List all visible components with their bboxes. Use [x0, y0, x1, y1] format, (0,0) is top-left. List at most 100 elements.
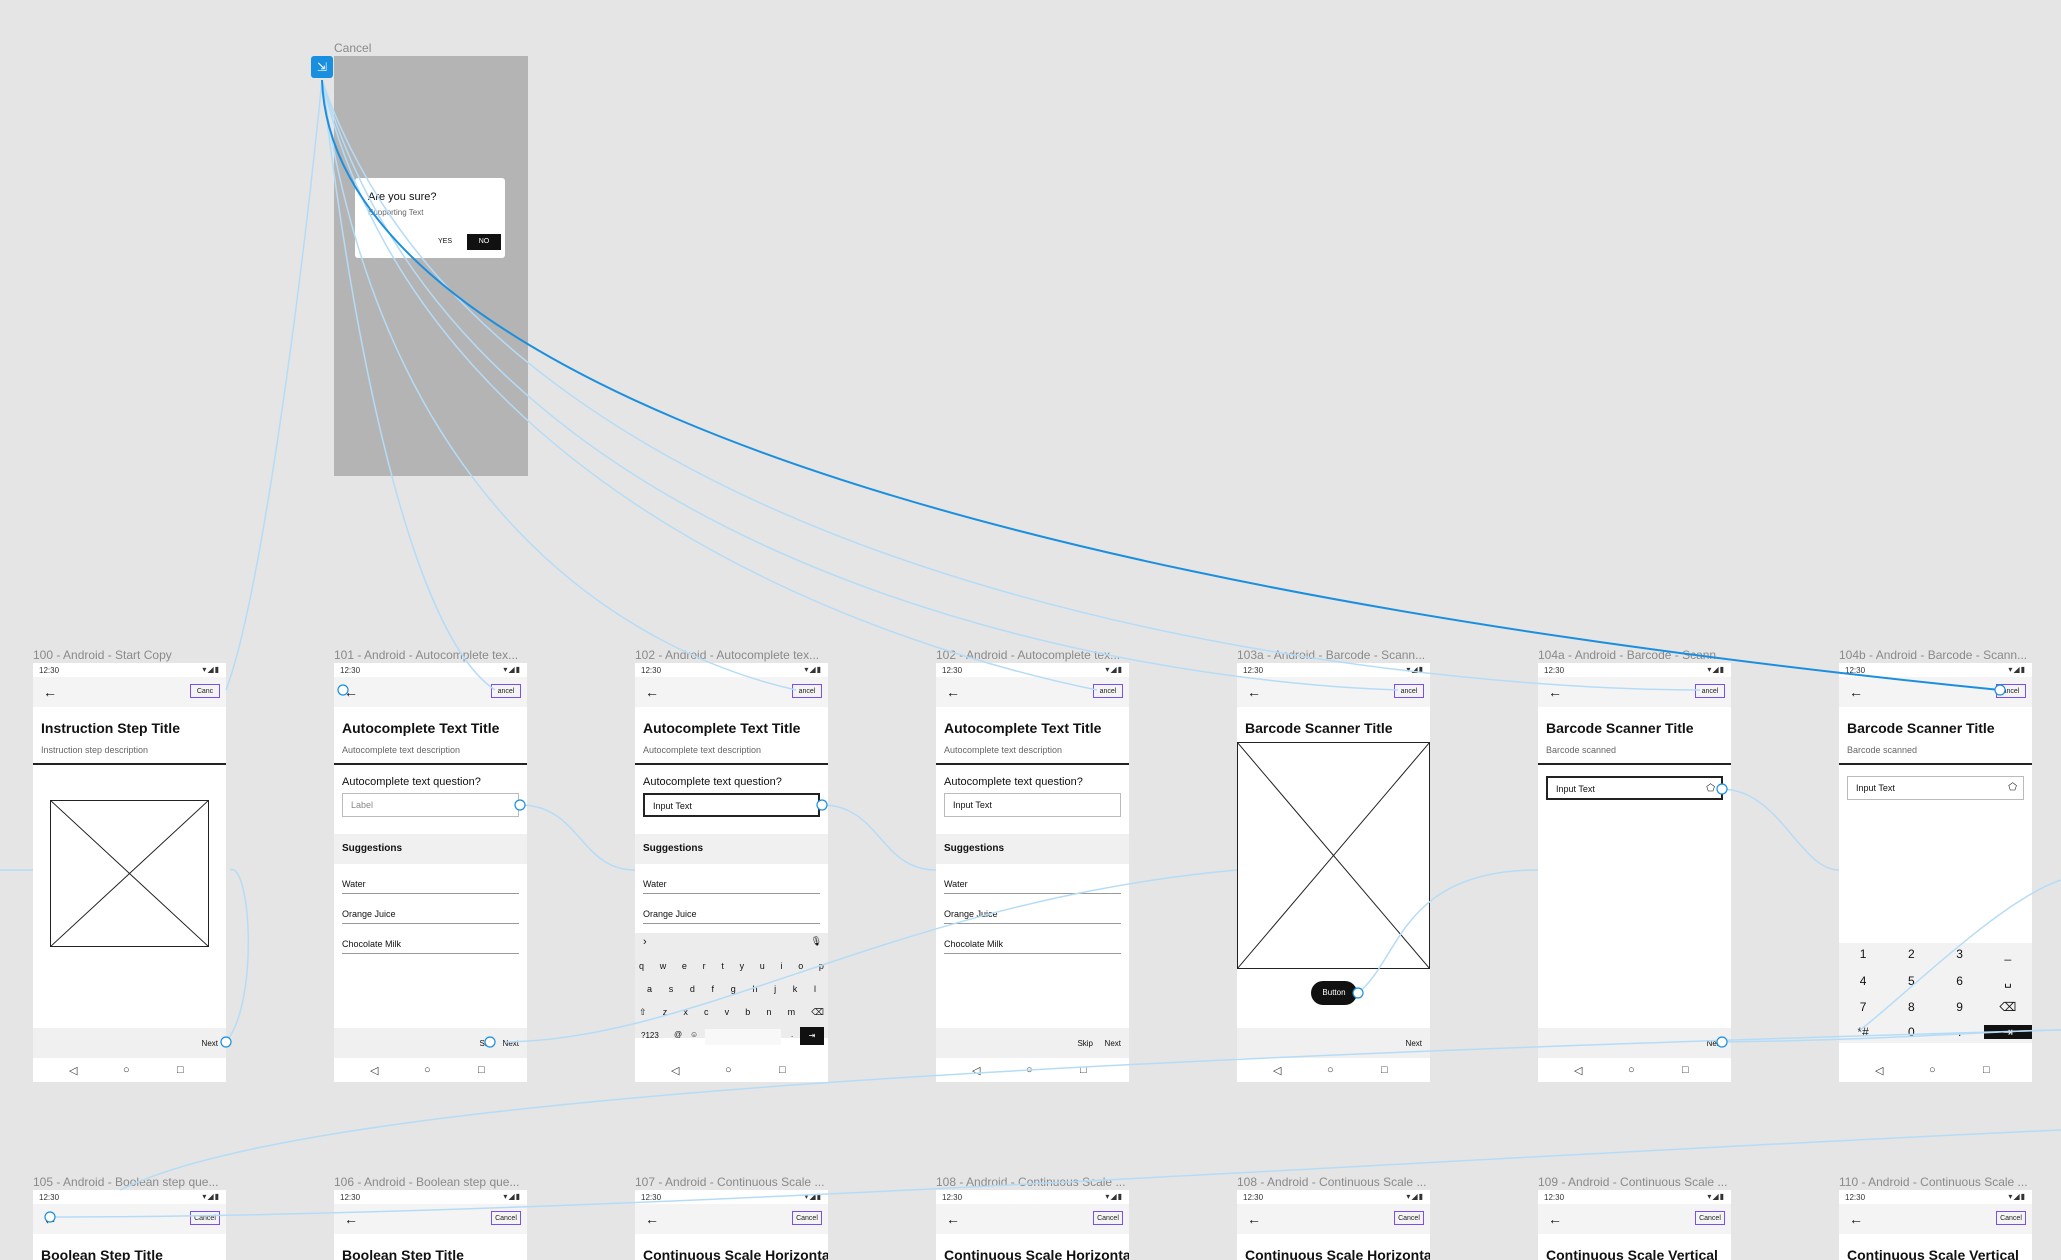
autocomplete-input[interactable]: Label [342, 793, 519, 817]
key[interactable]: 2 [1887, 947, 1935, 961]
nav-back-icon[interactable]: ◁ [1273, 1064, 1281, 1077]
cancel-button[interactable]: Cancel [792, 1211, 822, 1225]
frame-label-110[interactable]: 110 - Android - Continuous Scale ... [1839, 1175, 2032, 1189]
cancel-button[interactable]: Cancel [1695, 1211, 1725, 1225]
back-arrow-icon[interactable]: ← [1247, 684, 1261, 700]
key[interactable]: 0 [1887, 1025, 1935, 1039]
barcode-input[interactable]: Input Text ⬠ [1546, 776, 1723, 800]
key[interactable]: _ [1984, 947, 2032, 961]
cancel-overlay-frame[interactable] [334, 56, 528, 476]
cancel-button[interactable]: Cancel [190, 1211, 220, 1225]
key[interactable]: g [731, 984, 736, 994]
key[interactable]: p [819, 961, 824, 971]
frame-label-109[interactable]: 109 - Android - Continuous Scale ... [1538, 1175, 1731, 1189]
nav-back-icon[interactable]: ◁ [972, 1064, 980, 1077]
nav-recent-icon[interactable]: □ [1682, 1064, 1689, 1076]
frame-label-cancel[interactable]: Cancel [334, 41, 371, 55]
frame-105-boolean[interactable]: 12:30 ▾◢▮ ← Cancel Boolean Step Title [33, 1190, 226, 1260]
space-key[interactable]: ␣ [1984, 974, 2032, 988]
key[interactable]: 3 [1936, 947, 1984, 961]
back-arrow-icon[interactable]: ← [43, 1211, 57, 1227]
nav-back-icon[interactable]: ◁ [370, 1064, 378, 1077]
key[interactable]: . [1936, 1025, 1984, 1039]
frame-101-autocomplete[interactable]: 12:30 ▾◢▮ ← ancel Autocomplete Text Title … [334, 663, 527, 1082]
nav-home-icon[interactable]: ○ [1628, 1064, 1635, 1076]
nav-home-icon[interactable]: ○ [123, 1064, 130, 1076]
cancel-button[interactable]: Cancel [1394, 1211, 1424, 1225]
nav-home-icon[interactable]: ○ [725, 1064, 732, 1076]
back-arrow-icon[interactable]: ← [1247, 1211, 1261, 1227]
suggestion-item[interactable]: Orange Juice [342, 901, 519, 924]
flow-start-icon[interactable]: ⇲ [311, 56, 333, 78]
frame-label-108[interactable]: 108 - Android - Continuous Scale ... [936, 1175, 1129, 1189]
nav-back-icon[interactable]: ◁ [671, 1064, 679, 1077]
key[interactable]: b [745, 1007, 750, 1018]
cancel-button[interactable]: ancel [1394, 684, 1424, 698]
back-arrow-icon[interactable]: ← [946, 1211, 960, 1227]
key[interactable]: f [712, 984, 715, 994]
cancel-button[interactable]: Cancel [1996, 1211, 2026, 1225]
emoji-key-icon[interactable]: ☺ [690, 1030, 698, 1039]
key[interactable]: j [774, 984, 776, 994]
frame-label-103a[interactable]: 103a - Android - Barcode - Scann... [1237, 648, 1430, 662]
barcode-input[interactable]: Input Text ⬠ [1847, 776, 2024, 800]
nav-home-icon[interactable]: ○ [424, 1064, 431, 1076]
cancel-button[interactable]: ancel [1996, 684, 2026, 698]
back-arrow-icon[interactable]: ← [43, 684, 57, 700]
key[interactable]: l [814, 984, 816, 994]
at-key[interactable]: @ [674, 1030, 682, 1039]
dialog-no-button[interactable]: NO [467, 234, 501, 250]
keyboard-chevron-icon[interactable]: › [643, 936, 647, 948]
frame-label-102[interactable]: 102 - Android - Autocomplete tex... [635, 648, 828, 662]
next-button[interactable]: Next [202, 1039, 218, 1048]
frame-label-102b[interactable]: 102 - Android - Autocomplete tex... [936, 648, 1129, 662]
key[interactable]: 1 [1839, 947, 1887, 961]
skip-button[interactable]: Skip [479, 1039, 495, 1048]
back-arrow-icon[interactable]: ← [645, 1211, 659, 1227]
frame-104b-barcode-numpad[interactable]: 12:30 ▾◢▮ ← ancel Barcode Scanner Title Ba… [1839, 663, 2032, 1082]
back-arrow-icon[interactable]: ← [1548, 684, 1562, 700]
frame-106-boolean[interactable]: 12:30 ▾◢▮ ← Cancel Boolean Step Title [334, 1190, 527, 1260]
backspace-key-icon[interactable]: ⌫ [811, 1007, 824, 1018]
suggestion-item[interactable]: Water [342, 871, 519, 894]
frame-102-autocomplete-filled[interactable]: 12:30 ▾◢▮ ← ancel Autocomplete Text Title … [936, 663, 1129, 1082]
nav-home-icon[interactable]: ○ [1929, 1064, 1936, 1076]
key[interactable]: e [682, 961, 687, 971]
key[interactable]: i [780, 961, 782, 971]
key[interactable]: s [669, 984, 674, 994]
space-key[interactable] [705, 1029, 781, 1045]
nav-recent-icon[interactable]: □ [1080, 1064, 1087, 1076]
next-button[interactable]: Next [1105, 1039, 1121, 1048]
key[interactable]: u [760, 961, 765, 971]
key[interactable]: t [721, 961, 724, 971]
next-button[interactable]: Next [1707, 1039, 1723, 1048]
enter-key-icon[interactable]: ⇥ [1983, 1025, 2032, 1039]
key[interactable]: *# [1839, 1025, 1887, 1039]
dialog-yes-button[interactable]: YES [438, 238, 452, 245]
back-arrow-icon[interactable]: ← [1548, 1211, 1562, 1227]
cancel-button[interactable]: ancel [1695, 684, 1725, 698]
key[interactable]: z [663, 1007, 668, 1018]
nav-recent-icon[interactable]: □ [1983, 1064, 1990, 1076]
frame-107-continuous-scale[interactable]: 12:30 ▾◢▮ ← Cancel Continuous Scale Horizo… [635, 1190, 828, 1260]
scan-button[interactable]: Button [1311, 981, 1357, 1005]
back-arrow-icon[interactable]: ← [344, 1211, 358, 1227]
key[interactable]: r [703, 961, 706, 971]
key[interactable]: y [740, 961, 745, 971]
key[interactable]: 9 [1936, 1000, 1984, 1014]
key[interactable]: h [752, 984, 757, 994]
nav-home-icon[interactable]: ○ [1327, 1064, 1334, 1076]
scan-barcode-icon[interactable]: ⬠ [2008, 777, 2017, 799]
back-arrow-icon[interactable]: ← [645, 684, 659, 700]
backspace-key-icon[interactable]: ⌫ [1984, 1000, 2032, 1014]
nav-back-icon[interactable]: ◁ [1574, 1064, 1582, 1077]
frame-108b-continuous-scale[interactable]: 12:30 ▾◢▮ ← Cancel Continuous Scale Horizo… [1237, 1190, 1430, 1260]
enter-key-icon[interactable]: ⇥ [800, 1027, 824, 1045]
skip-button[interactable]: Skip [1077, 1039, 1093, 1048]
frame-label-104b[interactable]: 104b - Android - Barcode - Scann... [1839, 648, 2032, 662]
cancel-button[interactable]: ancel [792, 684, 822, 698]
back-arrow-icon[interactable]: ← [946, 684, 960, 700]
cancel-button[interactable]: Canc [190, 684, 220, 698]
frame-label-108b[interactable]: 108 - Android - Continuous Scale ... [1237, 1175, 1430, 1189]
nav-home-icon[interactable]: ○ [1026, 1064, 1033, 1076]
